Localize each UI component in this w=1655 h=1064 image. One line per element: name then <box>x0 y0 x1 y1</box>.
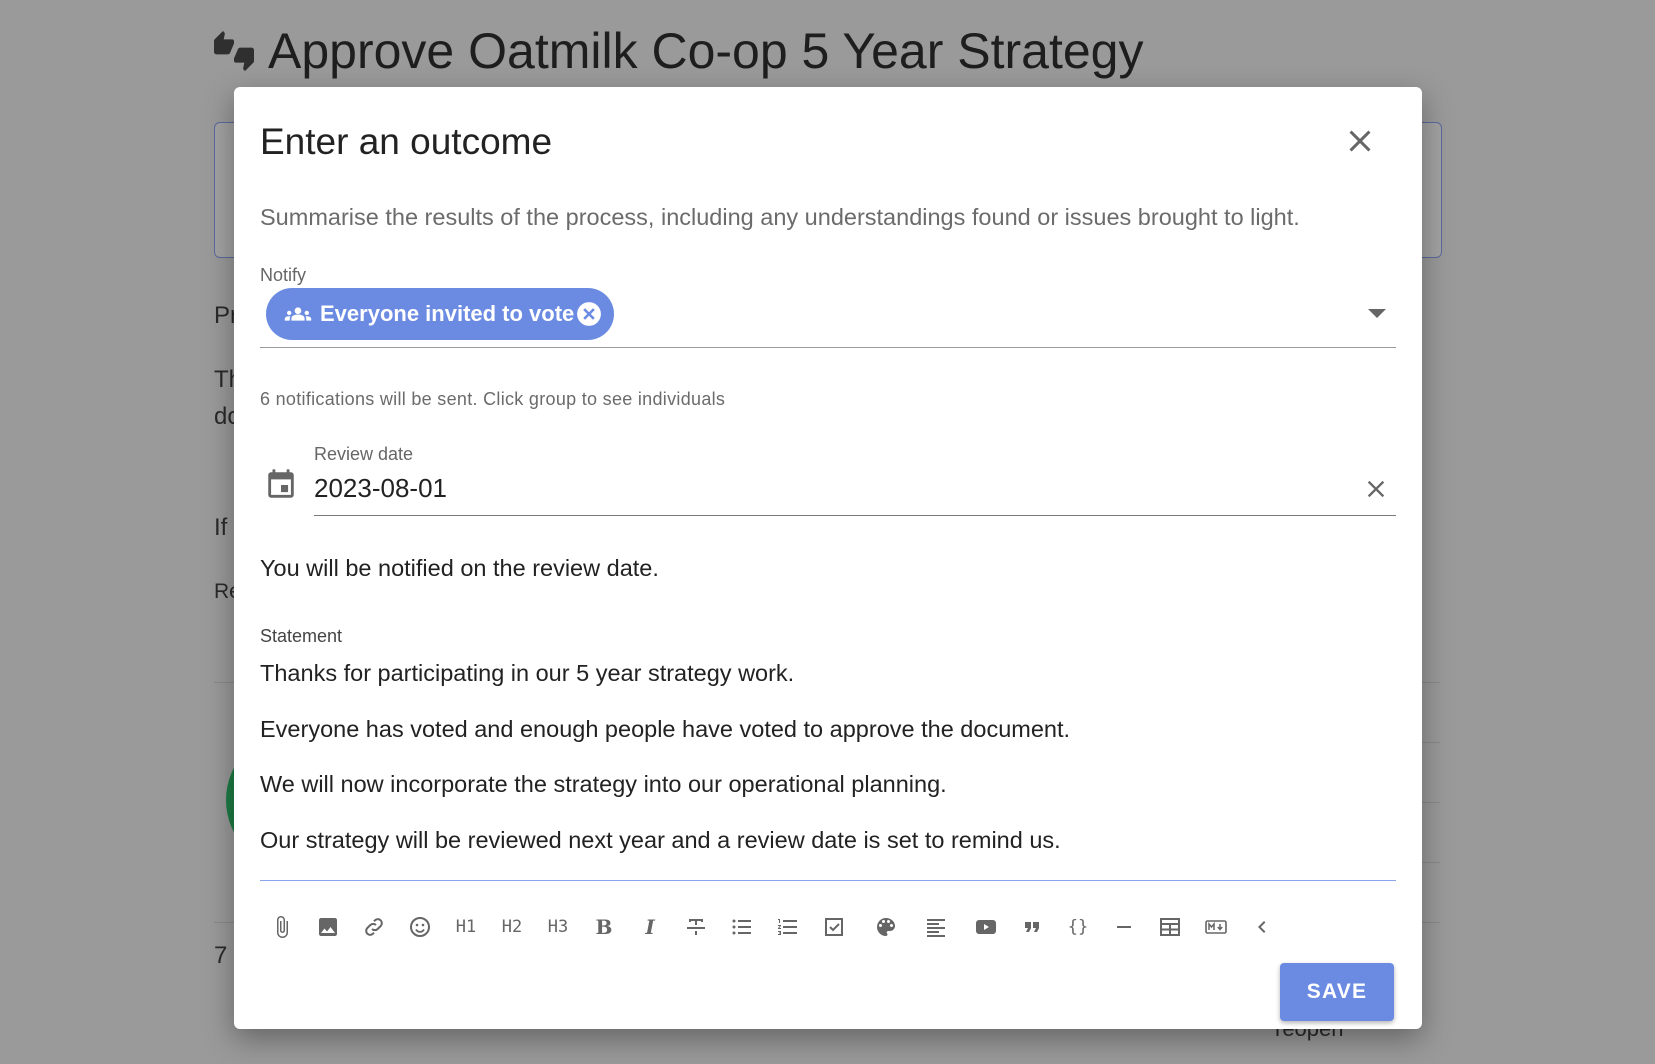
review-notice: You will be notified on the review date. <box>260 555 659 581</box>
statement-paragraph: Everyone has voted and enough people hav… <box>260 716 1071 742</box>
italic-button[interactable]: I <box>634 911 666 943</box>
statement-paragraph: Thanks for participating in our 5 year s… <box>260 660 795 686</box>
divider <box>1422 802 1440 803</box>
review-date-field <box>314 465 1396 516</box>
remove-chip-icon[interactable] <box>576 301 602 327</box>
statement-paragraph: We will now incorporate the strategy int… <box>260 771 947 797</box>
horizontal-rule-icon[interactable] <box>1108 911 1140 943</box>
notification-count-text: 6 notifications will be sent. Click grou… <box>260 389 726 409</box>
notify-chip-everyone[interactable]: Everyone invited to vote <box>266 288 614 340</box>
divider <box>1422 862 1440 863</box>
divider <box>1422 742 1440 743</box>
review-date-label: Review date <box>314 444 414 464</box>
editor-toolbar: H1 H2 H3 B I {} <box>260 905 1266 949</box>
table-icon[interactable] <box>1154 911 1186 943</box>
dialog-title: Enter an outcome <box>260 121 553 162</box>
helper-text: Summarise the results of the process, in… <box>260 204 1300 230</box>
close-icon[interactable] <box>1342 123 1378 159</box>
align-left-icon[interactable] <box>920 911 952 943</box>
chip-label: Everyone invited to vote <box>320 301 575 326</box>
clear-date-icon[interactable] <box>1362 475 1390 503</box>
blockquote-icon[interactable] <box>1016 911 1048 943</box>
thumbs-up-down-icon <box>214 31 254 71</box>
statement-paragraph: Our strategy will be reviewed next year … <box>260 827 1061 853</box>
background-text-fragment: 7 <box>214 942 228 969</box>
attach-file-icon[interactable] <box>266 911 298 943</box>
emoji-icon[interactable] <box>404 911 436 943</box>
save-button[interactable]: SAVE <box>1280 963 1394 1021</box>
poll-title-text: Approve Oatmilk Co-op 5 Year Strategy <box>268 23 1144 79</box>
notify-label: Notify <box>260 265 307 285</box>
poll-title: Approve Oatmilk Co-op 5 Year Strategy <box>214 22 1143 80</box>
link-icon[interactable] <box>358 911 390 943</box>
heading-3-button[interactable]: H3 <box>542 911 574 943</box>
outcome-dialog: Enter an outcome Summarise the results o… <box>234 87 1422 1029</box>
background-text-fragment: If <box>214 514 228 541</box>
heading-1-button[interactable]: H1 <box>450 911 482 943</box>
palette-icon[interactable] <box>870 911 902 943</box>
chevron-left-icon[interactable] <box>1246 911 1278 943</box>
heading-2-button[interactable]: H2 <box>496 911 528 943</box>
video-icon[interactable] <box>970 911 1002 943</box>
strikethrough-icon[interactable] <box>680 911 712 943</box>
review-date-input[interactable] <box>314 473 1214 504</box>
notify-field[interactable]: Everyone invited to vote <box>260 285 1396 348</box>
numbered-list-icon[interactable] <box>772 911 804 943</box>
markdown-icon[interactable] <box>1200 911 1232 943</box>
bold-button[interactable]: B <box>588 911 620 943</box>
statement-label: Statement <box>260 626 343 646</box>
calendar-icon[interactable] <box>264 467 298 503</box>
task-list-icon[interactable] <box>818 911 850 943</box>
code-block-button[interactable]: {} <box>1062 911 1094 943</box>
bullet-list-icon[interactable] <box>726 911 758 943</box>
chevron-down-icon[interactable] <box>1368 309 1386 318</box>
group-icon <box>284 307 312 321</box>
statement-editor[interactable]: Thanks for participating in our 5 year s… <box>260 650 1396 881</box>
image-icon[interactable] <box>312 911 344 943</box>
